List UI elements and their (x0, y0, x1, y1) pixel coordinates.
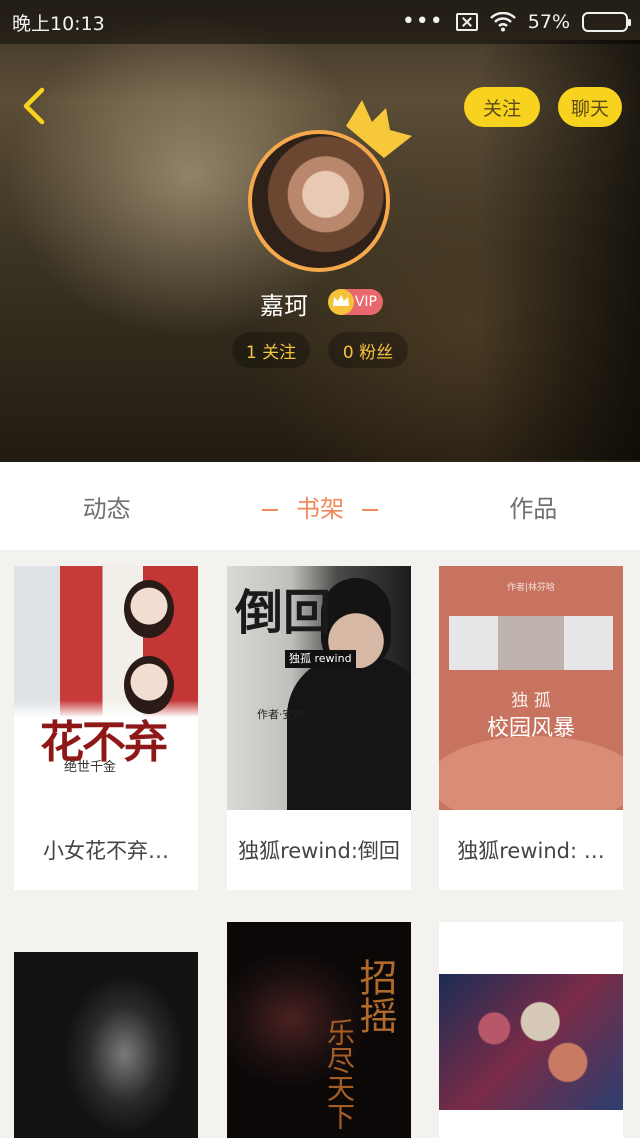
bookshelf-grid: 花不弃 绝世千金 小女花不弃… 倒回 独孤 rewind 作者·安昉 独狐rew… (0, 550, 640, 1138)
follow-button[interactable]: 关注 (464, 87, 540, 127)
book-cover[interactable]: 花不弃 绝世千金 (14, 566, 198, 810)
following-count[interactable]: 1 关注 (232, 332, 310, 368)
book-card[interactable]: 作者|林芬晗 独 孤 校园风暴 独狐rewind: … (439, 566, 623, 890)
tab-bookshelf-label: 书架 (295, 494, 344, 523)
book-cover[interactable] (439, 922, 623, 1138)
chat-button[interactable]: 聊天 (558, 87, 622, 127)
book-card[interactable] (439, 922, 623, 1138)
status-time: 晚上10:13 (12, 12, 105, 35)
book-card[interactable] (14, 952, 198, 1138)
profile-tabs: 动态 书架 作品 (0, 462, 640, 550)
battery-icon (582, 12, 631, 32)
status-icons: ••• 57% (401, 9, 631, 34)
cover-subtitle: 乐尽天下 (323, 1018, 356, 1130)
cover-title: 倒回 (235, 585, 332, 641)
cover-subtitle: 独 孤 (511, 691, 551, 711)
book-cover[interactable]: 招摇 乐尽天下 (227, 922, 411, 1138)
book-cover[interactable]: 倒回 独孤 rewind 作者·安昉 (227, 566, 411, 810)
more-dots-icon: ••• (401, 9, 444, 34)
status-bar: 晚上10:13 ••• 57% (0, 0, 640, 44)
username: 嘉珂 (260, 291, 308, 320)
tab-bookshelf[interactable]: 书架 (213, 489, 426, 524)
tab-dynamics-label: 动态 (82, 494, 131, 523)
cover-decoration (439, 736, 623, 810)
fans-count[interactable]: 0 粉丝 (328, 332, 408, 368)
battery-percent: 57% (527, 11, 570, 33)
cover-author: 作者|林芬晗 (506, 583, 556, 593)
notification-x-icon (455, 13, 478, 31)
tab-active-indicator-right (361, 508, 378, 511)
cover-photo (449, 616, 613, 670)
tab-active-indicator-left (261, 508, 278, 511)
tab-dynamics[interactable]: 动态 (0, 489, 213, 524)
book-card[interactable]: 招摇 乐尽天下 (227, 922, 411, 1138)
wifi-icon (489, 12, 516, 32)
cover-photo (439, 974, 623, 1110)
back-arrow-icon[interactable] (16, 84, 56, 128)
book-cover[interactable] (14, 952, 198, 1138)
cover-title: 校园风暴 (486, 716, 575, 741)
cover-author: 作者·安昉 (257, 708, 305, 721)
tab-works-label: 作品 (509, 494, 558, 523)
vip-crown-icon (328, 289, 354, 315)
cover-figure (124, 580, 174, 638)
book-title: 小女花不弃… (43, 839, 169, 863)
profile-header: 晚上10:13 ••• 57% 关注 聊天 嘉珂 VIP 1 关注 0 粉丝 (0, 0, 640, 462)
crown-icon (346, 100, 412, 158)
cover-tag: 独孤 rewind (285, 650, 356, 668)
book-card[interactable]: 倒回 独孤 rewind 作者·安昉 独狐rewind:倒回 (227, 566, 411, 890)
cover-title: 招摇 (353, 958, 397, 1034)
cover-figure (287, 656, 411, 810)
cover-subtitle: 绝世千金 (64, 760, 117, 775)
book-cover[interactable]: 作者|林芬晗 独 孤 校园风暴 (439, 566, 623, 810)
book-card[interactable]: 花不弃 绝世千金 小女花不弃… (14, 566, 198, 890)
tab-works[interactable]: 作品 (427, 489, 640, 524)
book-title: 独狐rewind: … (457, 839, 605, 863)
book-title: 独狐rewind:倒回 (238, 839, 400, 863)
